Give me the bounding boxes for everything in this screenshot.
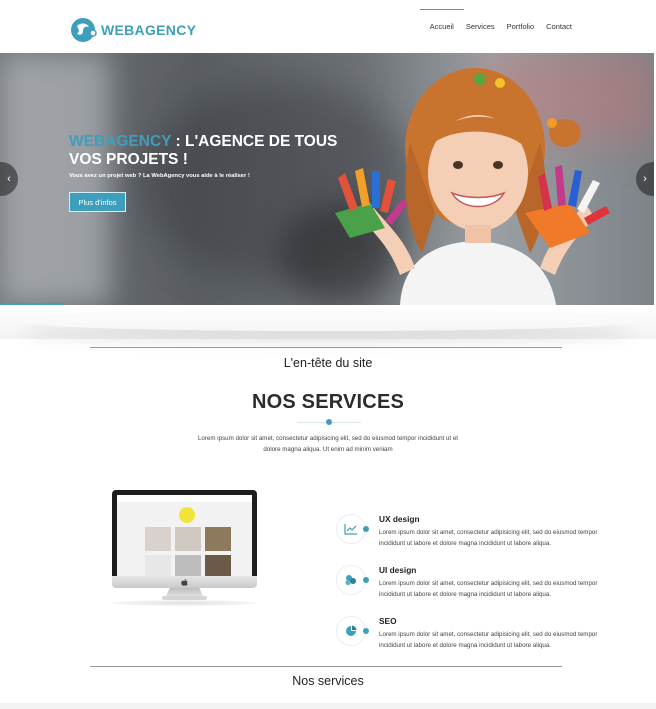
service-name: SEO [379, 616, 397, 626]
hero-shadow [0, 305, 656, 339]
service-description: Lorem ipsum dolor sit amet, consectetur … [379, 529, 598, 547]
chart-icon [344, 524, 357, 535]
hero-child-image [335, 68, 610, 305]
services-intro: Lorem ipsum dolor sit amet, consectetur … [197, 435, 458, 453]
mockup-thumbnail [205, 555, 231, 577]
hero-slider: WEBAGENCY : L'AGENCE DE TOUS VOS PROJETS… [0, 53, 654, 305]
monitor-screen [117, 495, 252, 577]
section-divider [90, 347, 562, 348]
mockup-navbar [117, 495, 252, 502]
main-nav: Accueil Services Portfolio Contact [419, 0, 578, 53]
service-name: UI design [379, 565, 417, 575]
mockup-thumbnail [175, 555, 201, 577]
nav-item-services[interactable]: Services [460, 0, 501, 53]
monitor-stand [166, 588, 203, 596]
service-name: UX design [379, 514, 420, 524]
service-bullet [363, 526, 369, 532]
service-description: Lorem ipsum dolor sit amet, consectetur … [379, 580, 598, 598]
more-info-button[interactable]: Plus d'infos [69, 192, 126, 212]
nav-item-accueil[interactable]: Accueil [419, 0, 465, 53]
monitor-mockup-image [112, 490, 257, 610]
service-bullet [363, 577, 369, 583]
services-divider-dot [326, 419, 332, 425]
apple-logo-icon [181, 578, 188, 586]
section-footer-label: Nos services [292, 674, 364, 688]
pie-chart-icon [346, 625, 357, 636]
monitor-shadow [112, 600, 257, 606]
coins-icon [345, 575, 356, 586]
slider-next-button[interactable]: › [636, 162, 654, 196]
logo-icon [71, 18, 97, 42]
hero-title-brand: WEBAGENCY [69, 133, 172, 150]
service-bullet [363, 628, 369, 634]
site-header: WEBAGENCY Accueil Services Portfolio Con… [0, 0, 656, 53]
services-title: NOS SERVICES [251, 391, 405, 413]
service-icon-wrapper [336, 616, 366, 646]
nav-item-contact[interactable]: Contact [540, 0, 578, 53]
mockup-thumbnail [175, 527, 201, 551]
section-divider [90, 666, 562, 667]
hero-title: WEBAGENCY : L'AGENCE DE TOUS VOS PROJETS… [69, 133, 349, 169]
nav-item-portfolio[interactable]: Portfolio [501, 0, 541, 53]
logo[interactable]: WEBAGENCY [71, 17, 196, 43]
mockup-thumbnail [205, 527, 231, 551]
chevron-right-icon: › [643, 173, 647, 185]
chevron-left-icon: ‹ [7, 173, 11, 185]
page: WEBAGENCY Accueil Services Portfolio Con… [0, 0, 656, 709]
service-icon-wrapper [336, 565, 366, 595]
mockup-thumbnail [145, 527, 171, 551]
hero-subtitle: Vous avez un projet web ? La WebAgency v… [69, 173, 250, 179]
mockup-badge [179, 507, 195, 523]
bottom-strip [0, 703, 656, 709]
mockup-thumbnail [145, 555, 171, 577]
service-description: Lorem ipsum dolor sit amet, consectetur … [379, 631, 598, 649]
service-icon-wrapper [336, 514, 366, 544]
section-header-label: L'en-tête du site [283, 356, 373, 370]
logo-text: WEBAGENCY [101, 22, 197, 38]
